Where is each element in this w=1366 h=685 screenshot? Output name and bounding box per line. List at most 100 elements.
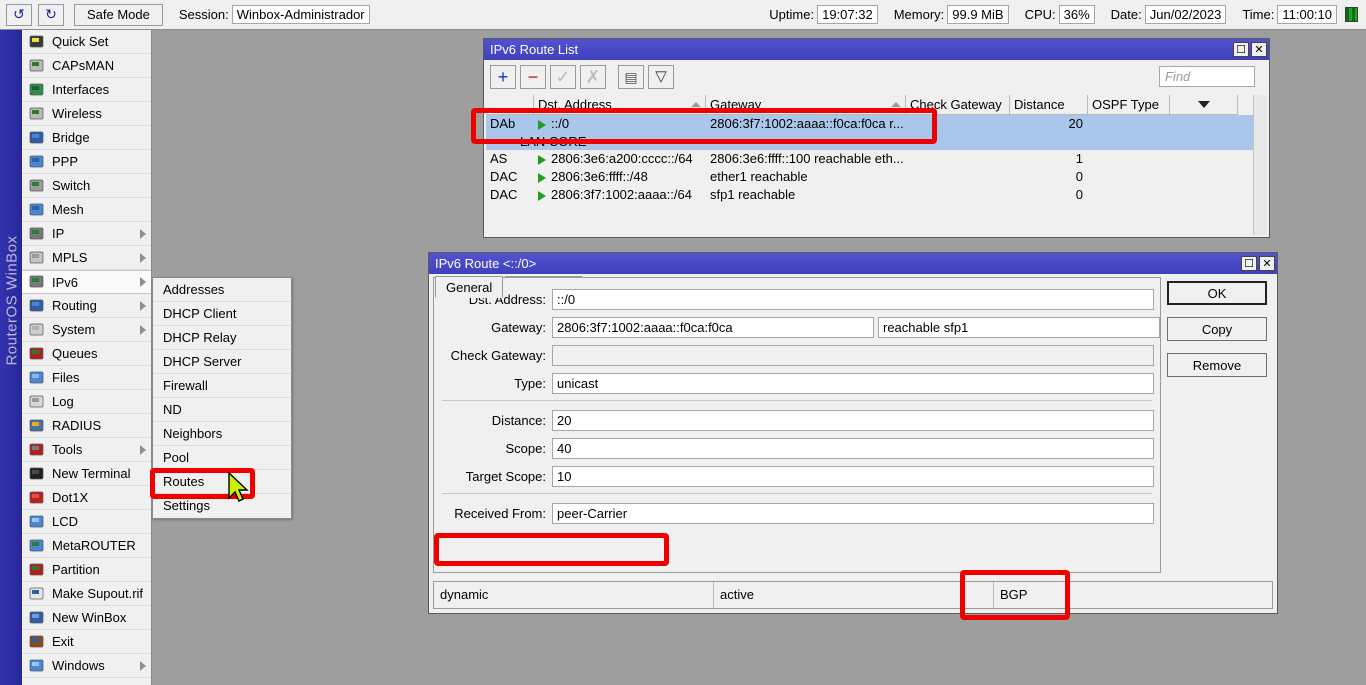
table-row[interactable]: DAC2806:3f7:1002:aaaa::/64sfp1 reachable…	[486, 186, 1253, 204]
maximize-icon[interactable]: ☐	[1241, 256, 1257, 271]
menu-item-new-terminal[interactable]: New Terminal	[22, 462, 151, 486]
undo-icon[interactable]: ↺	[6, 4, 32, 26]
menu-item-queues[interactable]: Queues	[22, 342, 151, 366]
chevron-down-icon[interactable]	[1198, 101, 1210, 108]
menu-item-label: PPP	[52, 154, 78, 169]
menu-item-lcd[interactable]: LCD	[22, 510, 151, 534]
column-header-blank-6[interactable]	[1170, 95, 1238, 115]
menu-item-files[interactable]: Files	[22, 366, 151, 390]
menu-item-label: Files	[52, 370, 79, 385]
scope-input[interactable]: 40	[552, 438, 1154, 459]
ipv6-submenu-item-pool[interactable]: Pool	[153, 446, 291, 470]
comment-button[interactable]: ▤	[618, 65, 644, 89]
ipv6-submenu-item-addresses[interactable]: Addresses	[153, 278, 291, 302]
safe-mode-button[interactable]: Safe Mode	[74, 4, 163, 26]
route-list-titlebar[interactable]: IPv6 Route List ☐ ✕	[484, 39, 1269, 60]
menu-item-bridge[interactable]: Bridge	[22, 126, 151, 150]
type-input[interactable]: unicast	[552, 373, 1154, 394]
menu-item-mpls[interactable]: MPLS	[22, 246, 151, 270]
ipv6-submenu-item-nd[interactable]: ND	[153, 398, 291, 422]
close-icon[interactable]: ✕	[1259, 256, 1275, 271]
wireless-icon	[28, 106, 46, 122]
check-gateway-input[interactable]	[552, 345, 1154, 366]
session-value: Winbox-Administrador	[232, 5, 370, 24]
menu-item-label: Bridge	[52, 130, 90, 145]
remove-button[interactable]: Remove	[1167, 353, 1267, 377]
filter-button[interactable]: ▽	[648, 65, 674, 89]
menu-item-dot1x[interactable]: Dot1X	[22, 486, 151, 510]
cell-dst-address-text: 2806:3f7:1002:aaaa::/64	[551, 187, 692, 202]
column-header-distance[interactable]: Distance	[1010, 95, 1088, 115]
menu-item-windows[interactable]: Windows	[22, 654, 151, 678]
table-row[interactable]: DAC2806:3e6:ffff::/48ether1 reachable0	[486, 168, 1253, 186]
menu-item-label: Partition	[52, 562, 100, 577]
menu-item-interfaces[interactable]: Interfaces	[22, 78, 151, 102]
dst-address-input[interactable]: ::/0	[552, 289, 1154, 310]
cell-check-gateway	[906, 186, 1010, 204]
menu-item-wireless[interactable]: Wireless	[22, 102, 151, 126]
remove-button[interactable]: −	[520, 65, 546, 89]
date-label: Date:	[1111, 7, 1142, 22]
route-list-scrollbar[interactable]	[1253, 95, 1267, 235]
menu-item-metarouter[interactable]: MetaROUTER	[22, 534, 151, 558]
menu-item-routing[interactable]: Routing	[22, 294, 151, 318]
route-dialog-statusbar: dynamicactiveBGP	[433, 581, 1273, 609]
ipv6-submenu-item-routes[interactable]: Routes	[153, 470, 291, 494]
distance-input[interactable]: 20	[552, 410, 1154, 431]
menu-item-new-winbox[interactable]: New WinBox	[22, 606, 151, 630]
maximize-icon[interactable]: ☐	[1233, 42, 1249, 57]
files-icon	[28, 370, 46, 386]
menu-item-switch[interactable]: Switch	[22, 174, 151, 198]
menu-item-label: IPv6	[52, 275, 78, 290]
copy-button[interactable]: Copy	[1167, 317, 1267, 341]
ipv6-submenu-item-dhcp-server[interactable]: DHCP Server	[153, 350, 291, 374]
ipv6-route-list-window: IPv6 Route List ☐ ✕ +−✓✗▤▽Find Dst. Addr…	[483, 38, 1270, 238]
menu-item-label: Tools	[52, 442, 82, 457]
received-from-input[interactable]: peer-Carrier	[552, 503, 1154, 524]
menu-item-partition[interactable]: Partition	[22, 558, 151, 582]
exit-icon	[28, 634, 46, 650]
menu-item-make-supout-rif[interactable]: Make Supout.rif	[22, 582, 151, 606]
route-dialog-titlebar[interactable]: IPv6 Route <::/0> ☐ ✕	[429, 253, 1277, 274]
close-icon[interactable]: ✕	[1251, 42, 1267, 57]
supout-icon	[28, 586, 46, 602]
menu-item-mesh[interactable]: Mesh	[22, 198, 151, 222]
column-header-gateway[interactable]: Gateway	[706, 95, 906, 115]
column-header-dst-address[interactable]: Dst. Address	[534, 95, 706, 115]
menu-item-label: Exit	[52, 634, 74, 649]
gateway-input[interactable]: 2806:3f7:1002:aaaa::f0ca:f0ca	[552, 317, 874, 338]
menu-item-radius[interactable]: RADIUS	[22, 414, 151, 438]
table-row[interactable]: DAb::/02806:3f7:1002:aaaa::f0ca:f0ca r..…	[486, 115, 1253, 133]
menu-item-ip[interactable]: IP	[22, 222, 151, 246]
menu-item-log[interactable]: Log	[22, 390, 151, 414]
menu-item-label: Wireless	[52, 106, 102, 121]
ipv6-submenu-item-firewall[interactable]: Firewall	[153, 374, 291, 398]
menu-item-system[interactable]: System	[22, 318, 151, 342]
ipv6-submenu-item-dhcp-relay[interactable]: DHCP Relay	[153, 326, 291, 350]
cell-dst-address-text: ::/0	[551, 116, 569, 131]
menu-item-quick-set[interactable]: Quick Set	[22, 30, 151, 54]
menu-item-tools[interactable]: Tools	[22, 438, 151, 462]
menu-item-exit[interactable]: Exit	[22, 630, 151, 654]
target-scope-input[interactable]: 10	[552, 466, 1154, 487]
received-from-label: Received From:	[434, 506, 552, 521]
menu-item-ipv6[interactable]: IPv6	[22, 270, 151, 294]
chevron-right-icon	[140, 445, 146, 455]
column-header-ospf-type[interactable]: OSPF Type	[1088, 95, 1170, 115]
ipv6-submenu-item-neighbors[interactable]: Neighbors	[153, 422, 291, 446]
find-input[interactable]: Find	[1159, 66, 1255, 87]
traffic-led-icon	[1345, 7, 1358, 22]
menu-item-ppp[interactable]: PPP	[22, 150, 151, 174]
ipv6-submenu-item-settings[interactable]: Settings	[153, 494, 291, 518]
add-button[interactable]: +	[490, 65, 516, 89]
ipv6-submenu-item-dhcp-client[interactable]: DHCP Client	[153, 302, 291, 326]
table-row[interactable]: AS2806:3e6:a200:cccc::/642806:3e6:ffff::…	[486, 150, 1253, 168]
tab-general[interactable]: General	[435, 276, 503, 298]
redo-icon[interactable]: ↻	[38, 4, 64, 26]
column-header-check-gateway[interactable]: Check Gateway	[906, 95, 1010, 115]
menu-item-label: LCD	[52, 514, 78, 529]
column-header-blank-0[interactable]	[486, 95, 534, 115]
ok-button[interactable]: OK	[1167, 281, 1267, 305]
menu-item-capsman[interactable]: CAPsMAN	[22, 54, 151, 78]
cell-gateway: 2806:3f7:1002:aaaa::f0ca:f0ca r...	[706, 115, 906, 133]
